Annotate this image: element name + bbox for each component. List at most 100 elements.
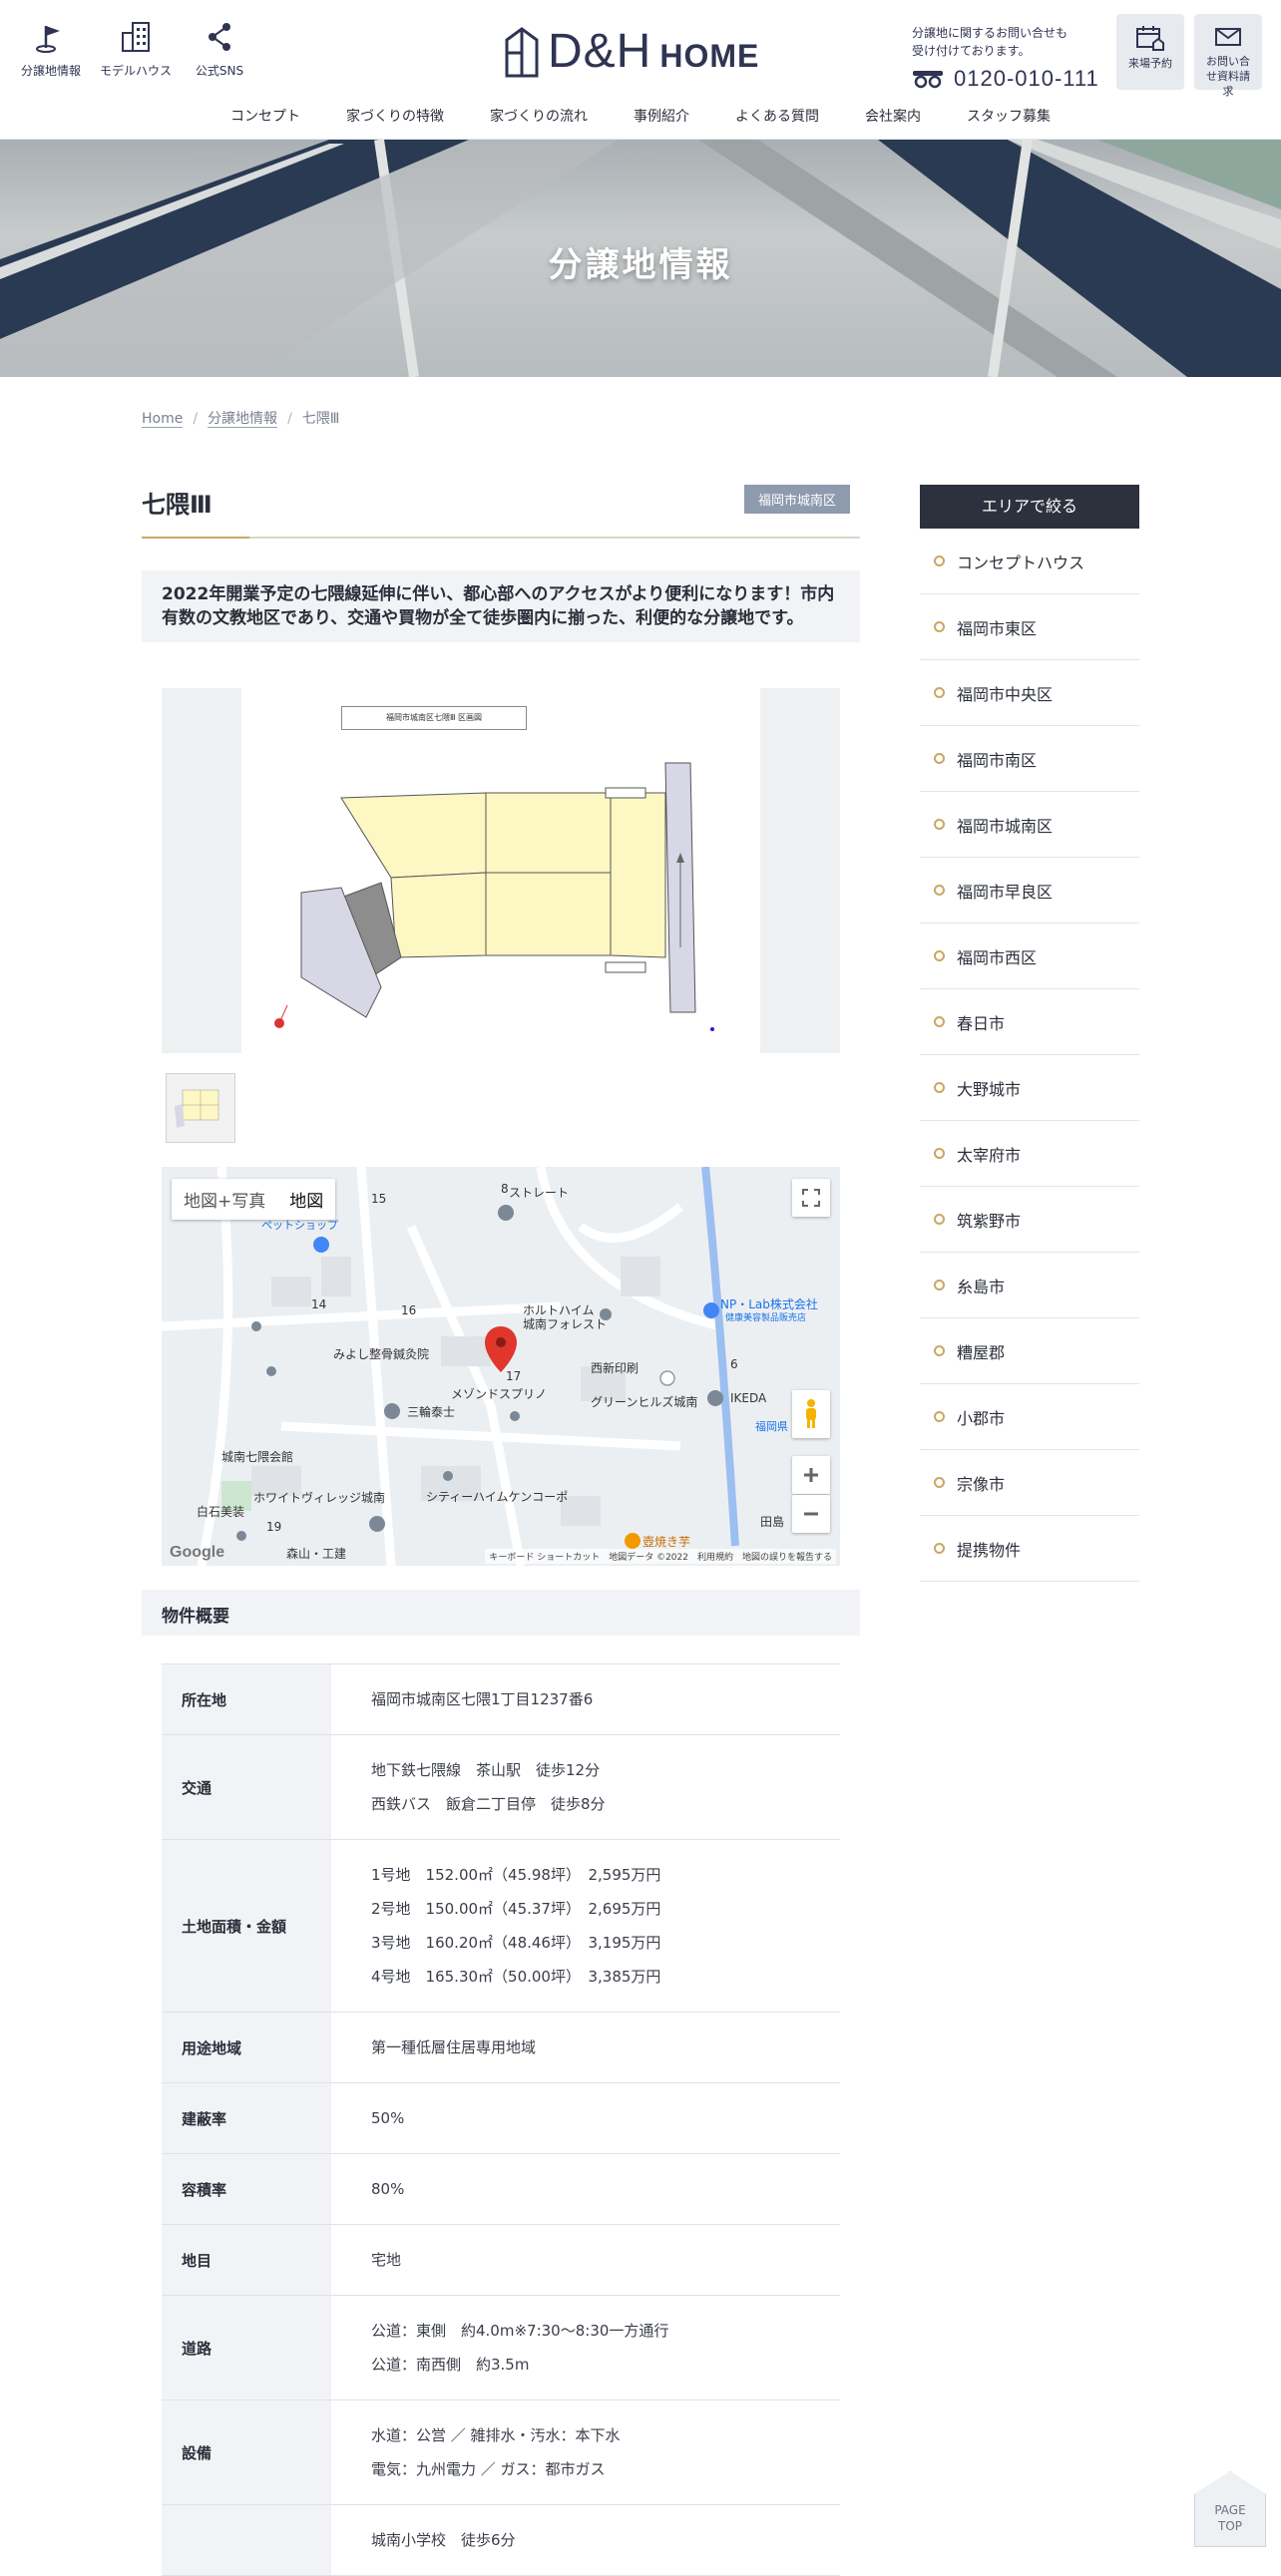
sidebar-item[interactable]: 春日市 — [920, 989, 1139, 1055]
sidebar-item[interactable]: 大野城市 — [920, 1055, 1139, 1121]
circle-bullet-icon — [934, 1345, 945, 1356]
breadcrumb: Home / 分譲地情報 / 七隈Ⅲ — [142, 411, 340, 428]
nav-features[interactable]: 家づくりの特徴 — [346, 106, 444, 126]
zoom-in-button[interactable] — [792, 1456, 830, 1494]
sidebar-item[interactable]: コンセプトハウス — [920, 529, 1139, 594]
spec-value-line: 福岡市城南区七隈1丁目1237番6 — [371, 1690, 594, 1708]
sidebar-item[interactable]: 糸島市 — [920, 1253, 1139, 1318]
nav-recruit[interactable]: スタッフ募集 — [967, 106, 1051, 126]
breadcrumb-lots[interactable]: 分譲地情報 — [208, 411, 278, 428]
spec-row: 地目 宅地 — [162, 2224, 840, 2296]
spec-value: 城南小学校 徒歩6分 — [331, 2505, 840, 2576]
header-link-model-house[interactable]: モデルハウス — [91, 20, 181, 79]
spec-value-line: 城南小学校 徒歩6分 — [371, 2531, 516, 2549]
spec-label: 道路 — [162, 2295, 331, 2400]
spec-value: 地下鉄七隈線 茶山駅 徒歩12分 西鉄バス 飯倉二丁目停 徒歩8分 — [331, 1735, 840, 1840]
header-link-sns[interactable]: 公式SNS — [175, 20, 264, 79]
sidebar-item[interactable]: 小郡市 — [920, 1384, 1139, 1450]
spec-value-line: 1号地 152.00㎡（45.98坪） 2,595万円 — [371, 1866, 661, 1884]
tel-link[interactable]: 0120-010-111 — [912, 66, 1099, 92]
header-link-lots[interactable]: 分譲地情報 — [6, 20, 96, 79]
circle-bullet-icon — [934, 753, 945, 764]
sidebar-item[interactable]: 太宰府市 — [920, 1121, 1139, 1187]
spec-value-line: 公道：南西側 約3.5m — [371, 2356, 530, 2374]
svg-text:15: 15 — [371, 1192, 386, 1206]
map-type-satellite[interactable]: 地図+写真 — [172, 1179, 277, 1220]
google-map[interactable]: 8 15 14 16 17 6 19 ストレート ホルトハイム 城南フォレスト … — [162, 1167, 840, 1566]
header-link-lots-label: 分譲地情報 — [20, 64, 81, 78]
svg-text:城南フォレスト: 城南フォレスト — [523, 1316, 607, 1331]
spec-value-line: 3号地 160.20㎡（48.46坪） 3,195万円 — [371, 1934, 661, 1952]
zoom-out-button[interactable] — [792, 1495, 830, 1533]
pegman-icon — [806, 1399, 816, 1428]
spec-label: 土地面積・金額 — [162, 1839, 331, 2013]
spec-value-line: 50% — [371, 2109, 405, 2127]
breadcrumb-current: 七隈Ⅲ — [301, 411, 340, 427]
mail-icon — [1215, 28, 1241, 46]
spec-value: 福岡市城南区七隈1丁目1237番6 — [331, 1664, 840, 1735]
circle-bullet-icon — [934, 1280, 945, 1290]
map-type-control: 地図+写真 地図 — [172, 1179, 336, 1220]
fullscreen-button[interactable] — [792, 1179, 830, 1217]
sidebar-item[interactable]: 糟屋郡 — [920, 1318, 1139, 1384]
svg-text:17: 17 — [506, 1369, 521, 1383]
svg-text:16: 16 — [401, 1303, 416, 1317]
sidebar-item[interactable]: 筑紫野市 — [920, 1187, 1139, 1253]
map-attribution[interactable]: キーボード ショートカット 地図データ ©2022 利用規約 地図の誤りを報告す… — [485, 1549, 836, 1564]
nav-company[interactable]: 会社案内 — [865, 106, 921, 126]
sidebar-item[interactable]: 福岡市東区 — [920, 594, 1139, 660]
page-title: 七隈Ⅲ — [142, 491, 213, 519]
inquiry-button[interactable]: お問い合せ資料請求 — [1194, 14, 1262, 98]
spec-row: 用途地域 第一種低層住居専用地域 — [162, 2012, 840, 2083]
sidebar-item[interactable]: 福岡市南区 — [920, 726, 1139, 792]
hero-banner: 分譲地情報 — [0, 140, 1281, 377]
sidebar-item[interactable]: 福岡市早良区 — [920, 858, 1139, 923]
street-view-button[interactable] — [792, 1390, 830, 1438]
spec-row: 土地面積・金額 1号地 152.00㎡（45.98坪） 2,595万円 2号地 15… — [162, 1839, 840, 2013]
sidebar-item-label: 福岡市城南区 — [957, 816, 1054, 836]
plan-thumbnail-image — [167, 1074, 234, 1142]
sidebar-item[interactable]: 提携物件 — [920, 1516, 1139, 1582]
map-label-8: 8 — [501, 1182, 509, 1196]
site-logo[interactable]: D&H HOME — [504, 24, 759, 79]
spec-value-line: 宅地 — [371, 2251, 402, 2269]
spec-value: 50% — [331, 2083, 840, 2154]
lot-plan-image[interactable]: 福岡市城南区七隈Ⅲ 区画図 — [162, 688, 840, 1053]
nav-flow[interactable]: 家づくりの流れ — [490, 106, 588, 126]
nav-concept[interactable]: コンセプト — [230, 106, 300, 126]
plan-thumbnail[interactable] — [166, 1073, 235, 1143]
svg-text:森山・工建: 森山・工建 — [286, 1546, 346, 1561]
map-type-map[interactable]: 地図 — [277, 1179, 335, 1220]
spec-value-line: 公道：東側 約4.0m※7:30～8:30一方通行 — [371, 2322, 669, 2340]
sidebar-item-label: 宗像市 — [957, 1474, 1006, 1494]
breadcrumb-home[interactable]: Home — [142, 411, 184, 428]
sidebar-item-label: 筑紫野市 — [957, 1211, 1022, 1231]
circle-bullet-icon — [934, 1411, 945, 1422]
visit-reservation-button[interactable]: 来場予約 — [1116, 14, 1184, 90]
nav-cases[interactable]: 事例紹介 — [634, 106, 689, 126]
spec-table: 所在地 福岡市城南区七隈1丁目1237番6 交通 地下鉄七隈線 茶山駅 徒歩12分 西鉄… — [162, 1663, 840, 2576]
sidebar-item[interactable]: 福岡市城南区 — [920, 792, 1139, 858]
spec-row: 設備 水道：公営 ／ 雑排水・汚水：本下水 電気：九州電力 ／ ガス：都市ガス — [162, 2399, 840, 2505]
lot-plan-graphic — [274, 762, 714, 1031]
google-logo[interactable]: Google — [170, 1544, 224, 1562]
spec-label: 用途地域 — [162, 2012, 331, 2083]
svg-text:19: 19 — [266, 1520, 281, 1534]
tel-number: 0120-010-111 — [954, 66, 1099, 91]
spec-row: 交通 地下鉄七隈線 茶山駅 徒歩12分 西鉄バス 飯倉二丁目停 徒歩8分 — [162, 1734, 840, 1840]
sidebar-item[interactable]: 福岡市西区 — [920, 923, 1139, 989]
page-top-button[interactable]: PAGE TOP — [1194, 2471, 1266, 2547]
spec-value-line: 電気：九州電力 ／ ガス：都市ガス — [371, 2460, 606, 2478]
circle-bullet-icon — [934, 1148, 945, 1159]
sidebar-item-label: 大野城市 — [957, 1079, 1022, 1099]
nav-faq[interactable]: よくある質問 — [735, 106, 819, 126]
sidebar-item[interactable]: 福岡市中央区 — [920, 660, 1139, 726]
sidebar-item-label: 糟屋郡 — [957, 1342, 1006, 1362]
spec-label: 設備 — [162, 2399, 331, 2505]
spec-value-line: 80% — [371, 2180, 405, 2198]
building-icon — [122, 22, 150, 52]
sidebar-item[interactable]: 宗像市 — [920, 1450, 1139, 1516]
spec-value: 第一種低層住居専用地域 — [331, 2013, 840, 2083]
svg-text:西新印刷: 西新印刷 — [591, 1360, 639, 1375]
svg-text:ホワイトヴィレッジ城南: ホワイトヴィレッジ城南 — [253, 1490, 385, 1505]
